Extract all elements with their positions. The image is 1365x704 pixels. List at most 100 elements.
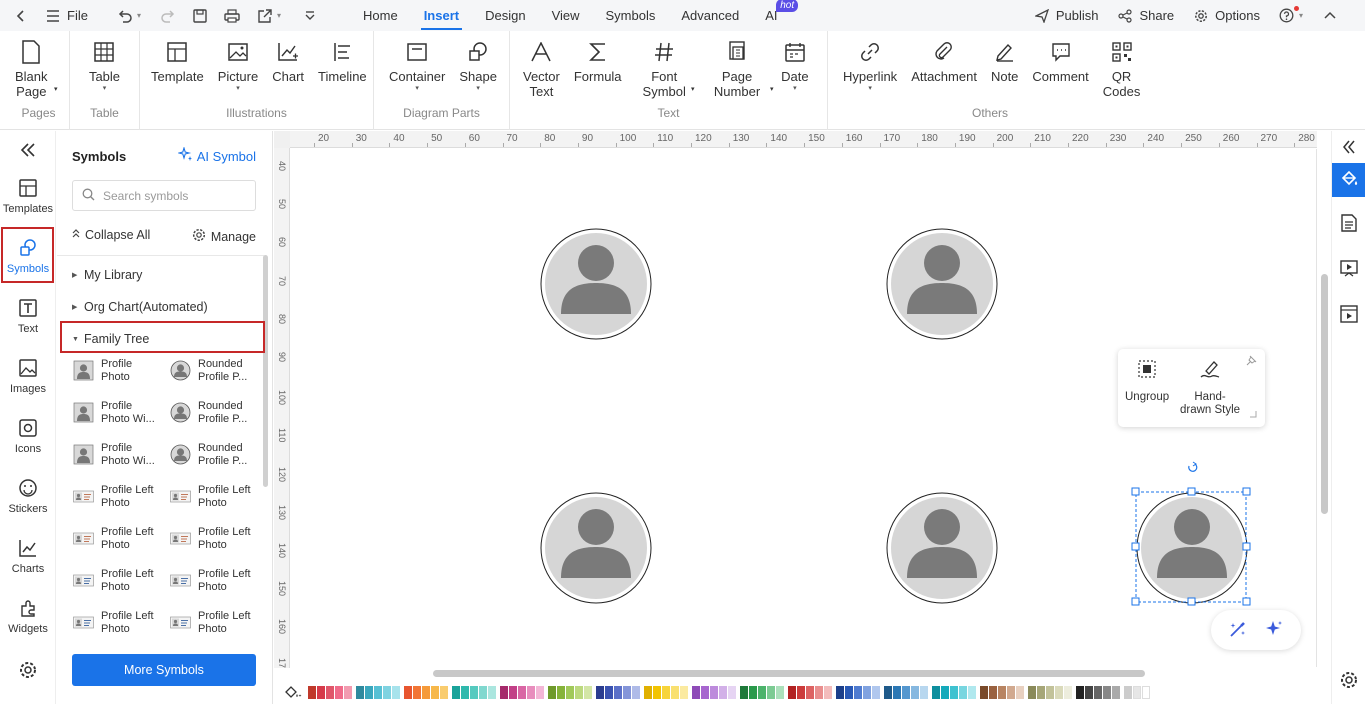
color-swatch[interactable]	[557, 685, 565, 699]
color-swatch[interactable]	[605, 685, 613, 699]
color-swatch[interactable]	[1037, 685, 1045, 699]
color-swatch[interactable]	[596, 685, 604, 699]
color-swatch[interactable]	[836, 685, 844, 699]
color-swatch[interactable]	[767, 685, 775, 699]
color-swatch[interactable]	[500, 685, 508, 699]
color-swatch[interactable]	[440, 685, 448, 699]
color-swatch[interactable]	[1007, 685, 1015, 699]
color-swatch[interactable]	[701, 685, 709, 699]
color-swatch[interactable]	[788, 685, 796, 699]
color-swatch[interactable]	[1076, 685, 1084, 699]
color-swatch[interactable]	[365, 685, 373, 699]
color-swatch[interactable]	[692, 685, 700, 699]
color-swatch[interactable]	[461, 685, 469, 699]
color-swatch[interactable]	[335, 685, 343, 699]
color-swatch[interactable]	[1133, 685, 1141, 699]
canvas-vertical-scrollbar[interactable]	[1321, 274, 1328, 514]
color-swatch[interactable]	[872, 685, 880, 699]
color-swatch[interactable]	[632, 685, 640, 699]
color-swatch[interactable]	[1142, 685, 1150, 699]
color-swatch[interactable]	[671, 685, 679, 699]
color-swatch[interactable]	[1103, 685, 1111, 699]
color-swatch[interactable]	[797, 685, 805, 699]
color-swatch[interactable]	[824, 685, 832, 699]
color-swatch[interactable]	[902, 685, 910, 699]
color-swatch[interactable]	[1094, 685, 1102, 699]
color-swatch[interactable]	[1064, 685, 1072, 699]
color-swatch[interactable]	[413, 685, 421, 699]
color-swatch[interactable]	[740, 685, 748, 699]
color-swatch[interactable]	[518, 685, 526, 699]
color-swatch[interactable]	[548, 685, 556, 699]
color-swatch[interactable]	[584, 685, 592, 699]
color-swatch[interactable]	[758, 685, 766, 699]
play-slides-button[interactable]	[1332, 298, 1365, 332]
color-swatch[interactable]	[422, 685, 430, 699]
color-swatch[interactable]	[536, 685, 544, 699]
color-swatch[interactable]	[623, 685, 631, 699]
color-swatch[interactable]	[776, 685, 784, 699]
profile-photo-shape-selected[interactable]	[1136, 492, 1248, 604]
expand-panel-button[interactable]	[1332, 131, 1365, 165]
fill-bucket-icon[interactable]	[284, 685, 302, 699]
color-swatch[interactable]	[719, 685, 727, 699]
color-swatch[interactable]	[893, 685, 901, 699]
color-swatch[interactable]	[356, 685, 364, 699]
color-swatch[interactable]	[749, 685, 757, 699]
profile-photo-shape[interactable]	[540, 228, 652, 340]
color-swatch[interactable]	[1112, 685, 1120, 699]
color-swatch[interactable]	[920, 685, 928, 699]
color-swatch[interactable]	[845, 685, 853, 699]
color-swatch[interactable]	[404, 685, 412, 699]
canvas-horizontal-scrollbar[interactable]	[433, 670, 1145, 677]
color-swatch[interactable]	[509, 685, 517, 699]
profile-photo-shape[interactable]	[540, 492, 652, 604]
color-swatch[interactable]	[452, 685, 460, 699]
color-swatch[interactable]	[941, 685, 949, 699]
color-swatch[interactable]	[854, 685, 862, 699]
presentation-button[interactable]	[1332, 252, 1365, 286]
color-swatch[interactable]	[392, 685, 400, 699]
color-swatch[interactable]	[884, 685, 892, 699]
color-swatch[interactable]	[383, 685, 391, 699]
color-swatch[interactable]	[644, 685, 652, 699]
color-swatch[interactable]	[1055, 685, 1063, 699]
color-swatch[interactable]	[710, 685, 718, 699]
color-swatch[interactable]	[575, 685, 583, 699]
color-swatch[interactable]	[344, 685, 352, 699]
color-swatch[interactable]	[1124, 685, 1132, 699]
color-swatch[interactable]	[950, 685, 958, 699]
color-swatch[interactable]	[566, 685, 574, 699]
color-swatch[interactable]	[1085, 685, 1093, 699]
ai-brush-icon[interactable]	[1228, 619, 1248, 642]
color-swatch[interactable]	[815, 685, 823, 699]
page-properties-button[interactable]	[1332, 207, 1365, 241]
color-swatch[interactable]	[680, 685, 688, 699]
color-swatch[interactable]	[317, 685, 325, 699]
color-swatch[interactable]	[1016, 685, 1024, 699]
color-swatch[interactable]	[527, 685, 535, 699]
right-settings-button[interactable]	[1332, 664, 1365, 698]
pin-icon[interactable]	[1246, 355, 1257, 369]
hand-drawn-style-button[interactable]: Hand- drawn Style	[1180, 359, 1240, 417]
color-swatch[interactable]	[1028, 685, 1036, 699]
color-swatch[interactable]	[911, 685, 919, 699]
rotate-handle-icon[interactable]	[1188, 461, 1198, 472]
format-fill-button[interactable]	[1332, 163, 1365, 197]
color-swatch[interactable]	[326, 685, 334, 699]
color-swatch[interactable]	[431, 685, 439, 699]
color-swatch[interactable]	[614, 685, 622, 699]
color-swatch[interactable]	[959, 685, 967, 699]
color-swatch[interactable]	[932, 685, 940, 699]
profile-photo-shape[interactable]	[886, 228, 998, 340]
color-swatch[interactable]	[488, 685, 496, 699]
color-swatch[interactable]	[806, 685, 814, 699]
ai-sparkle-icon[interactable]	[1264, 619, 1284, 642]
color-swatch[interactable]	[374, 685, 382, 699]
color-swatch[interactable]	[1046, 685, 1054, 699]
profile-photo-shape[interactable]	[886, 492, 998, 604]
color-swatch[interactable]	[728, 685, 736, 699]
color-swatch[interactable]	[653, 685, 661, 699]
color-swatch[interactable]	[980, 685, 988, 699]
color-swatch[interactable]	[479, 685, 487, 699]
